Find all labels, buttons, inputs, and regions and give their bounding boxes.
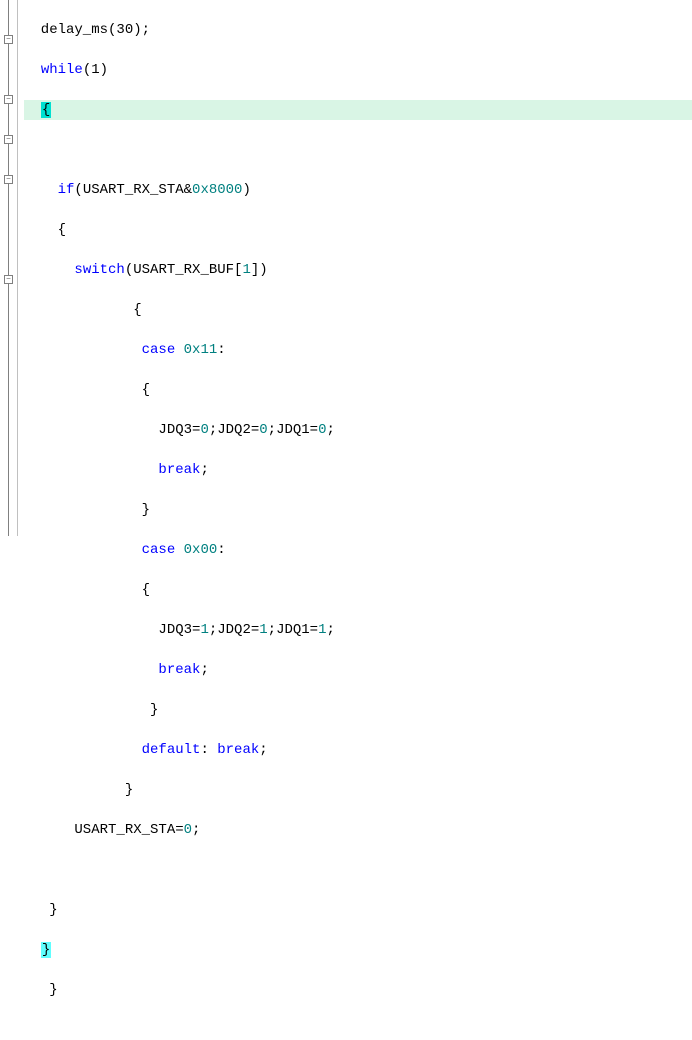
code-line (24, 860, 692, 880)
code-line: delay_ms(30); (24, 20, 692, 40)
code-line: while(1) (24, 60, 692, 80)
fold-toggle-icon[interactable] (4, 275, 13, 284)
fold-guide-line (8, 0, 9, 536)
code-line: break; (24, 460, 692, 480)
code-line: } (24, 780, 692, 800)
code-line (24, 140, 692, 160)
code-line: case 0x11: (24, 340, 692, 360)
code-line: switch(USART_RX_BUF[1]) (24, 260, 692, 280)
fold-toggle-icon[interactable] (4, 35, 13, 44)
code-line: case 0x00: (24, 540, 692, 560)
code-line: { (24, 220, 692, 240)
fold-gutter[interactable] (0, 0, 18, 536)
code-line: break; (24, 660, 692, 680)
code-line: if(USART_RX_STA&0x8000) (24, 180, 692, 200)
code-line: } (24, 500, 692, 520)
fold-toggle-icon[interactable] (4, 175, 13, 184)
code-line: } (24, 980, 692, 1000)
code-line: JDQ3=0;JDQ2=0;JDQ1=0; (24, 420, 692, 440)
code-line: default: break; (24, 740, 692, 760)
fold-toggle-icon[interactable] (4, 95, 13, 104)
code-line: } (24, 900, 692, 920)
code-line-current: { (24, 100, 692, 120)
code-line: USART_RX_STA=0; (24, 820, 692, 840)
match-brace: } (41, 942, 51, 958)
code-line: { (24, 580, 692, 600)
fold-toggle-icon[interactable] (4, 135, 13, 144)
cursor-brace: { (41, 102, 51, 118)
code-line: } (24, 940, 692, 960)
code-line: { (24, 380, 692, 400)
code-line: { (24, 300, 692, 320)
code-content[interactable]: delay_ms(30); while(1) { if(USART_RX_STA… (18, 0, 692, 536)
code-line: JDQ3=1;JDQ2=1;JDQ1=1; (24, 620, 692, 640)
code-line: } (24, 700, 692, 720)
code-editor[interactable]: delay_ms(30); while(1) { if(USART_RX_STA… (0, 0, 692, 536)
